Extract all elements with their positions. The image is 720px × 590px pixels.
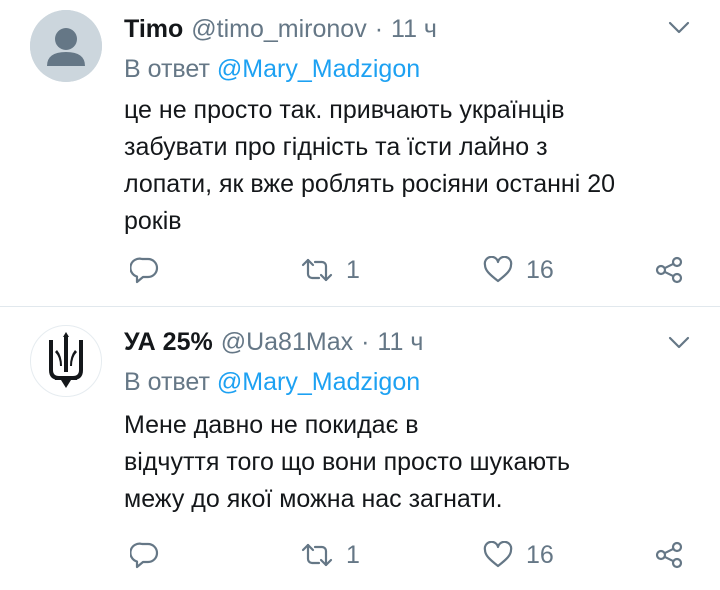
retweet-count: 1	[346, 540, 360, 569]
retweet-icon	[301, 543, 333, 567]
like-count: 16	[526, 255, 554, 284]
timestamp[interactable]: 11 ч	[377, 328, 423, 356]
separator-dot: ·	[361, 328, 370, 356]
tweet-text-line: років	[124, 207, 182, 235]
separator-dot: ·	[374, 15, 384, 43]
like-button[interactable]: 16	[482, 252, 554, 288]
tweet-text-line: відчуття того що вони просто шукають	[124, 448, 571, 476]
tweet[interactable]: УА 25% @Ua81Max · 11 ч В ответ @Mary_Madzig…	[0, 306, 720, 590]
reply-handle-link[interactable]: @Mary_Madzigon	[217, 368, 420, 396]
share-icon	[655, 256, 683, 284]
retweet-button[interactable]: 1	[300, 252, 360, 288]
tweet-header: УА 25% @Ua81Max · 11 ч	[124, 327, 423, 357]
retweet-count: 1	[346, 255, 360, 284]
tweet-text-line: лопати, як вже роблять росіяни останні 2…	[124, 170, 616, 198]
retweet-icon	[301, 258, 333, 282]
author-name[interactable]: УА 25%	[124, 328, 213, 356]
retweet-button[interactable]: 1	[300, 537, 360, 573]
reply-prefix: В ответ	[124, 55, 210, 83]
share-icon	[655, 541, 683, 569]
reply-icon	[130, 257, 159, 284]
reply-button[interactable]	[130, 252, 160, 288]
like-button[interactable]: 16	[482, 537, 554, 573]
author-name[interactable]: Timo	[124, 15, 183, 43]
chevron-down-icon[interactable]	[668, 20, 690, 36]
tweet[interactable]: Timo @timo_mironov · 11 ч В ответ @Mary_Mad…	[0, 0, 720, 306]
heart-icon	[483, 256, 513, 283]
default-avatar-icon	[30, 10, 102, 82]
author-handle[interactable]: @timo_mironov	[191, 15, 366, 43]
reply-handle-link[interactable]: @Mary_Madzigon	[217, 55, 420, 83]
reply-prefix: В ответ	[124, 368, 210, 396]
tweet-text: Мене давно не покидає в відчуття того що…	[124, 407, 694, 518]
tweet-text-line: межу до якої можна нас загнати.	[124, 485, 503, 513]
tweet-text-line: забувати про гідність та їсти лайно з	[124, 133, 548, 161]
reply-context: В ответ @Mary_Madzigon	[124, 54, 420, 84]
share-button[interactable]	[654, 252, 684, 288]
reply-button[interactable]	[130, 537, 160, 573]
tweet-text: це не просто так. привчають українців за…	[124, 92, 694, 240]
chevron-down-icon[interactable]	[668, 335, 690, 351]
like-count: 16	[526, 540, 554, 569]
tweet-text-line: це не просто так. привчають українців	[124, 96, 565, 124]
action-bar: 1 16	[124, 537, 694, 573]
trident-icon	[49, 332, 83, 388]
share-button[interactable]	[654, 537, 684, 573]
tweet-text-line: Мене давно не покидає в	[124, 411, 419, 439]
tweet-header: Timo @timo_mironov · 11 ч	[124, 14, 437, 44]
reply-icon	[130, 542, 159, 569]
heart-icon	[483, 541, 513, 568]
author-handle[interactable]: @Ua81Max	[221, 328, 353, 356]
timestamp[interactable]: 11 ч	[391, 15, 437, 43]
avatar[interactable]	[30, 325, 102, 397]
action-bar: 1 16	[124, 252, 694, 288]
avatar[interactable]	[30, 10, 102, 82]
reply-context: В ответ @Mary_Madzigon	[124, 367, 420, 397]
